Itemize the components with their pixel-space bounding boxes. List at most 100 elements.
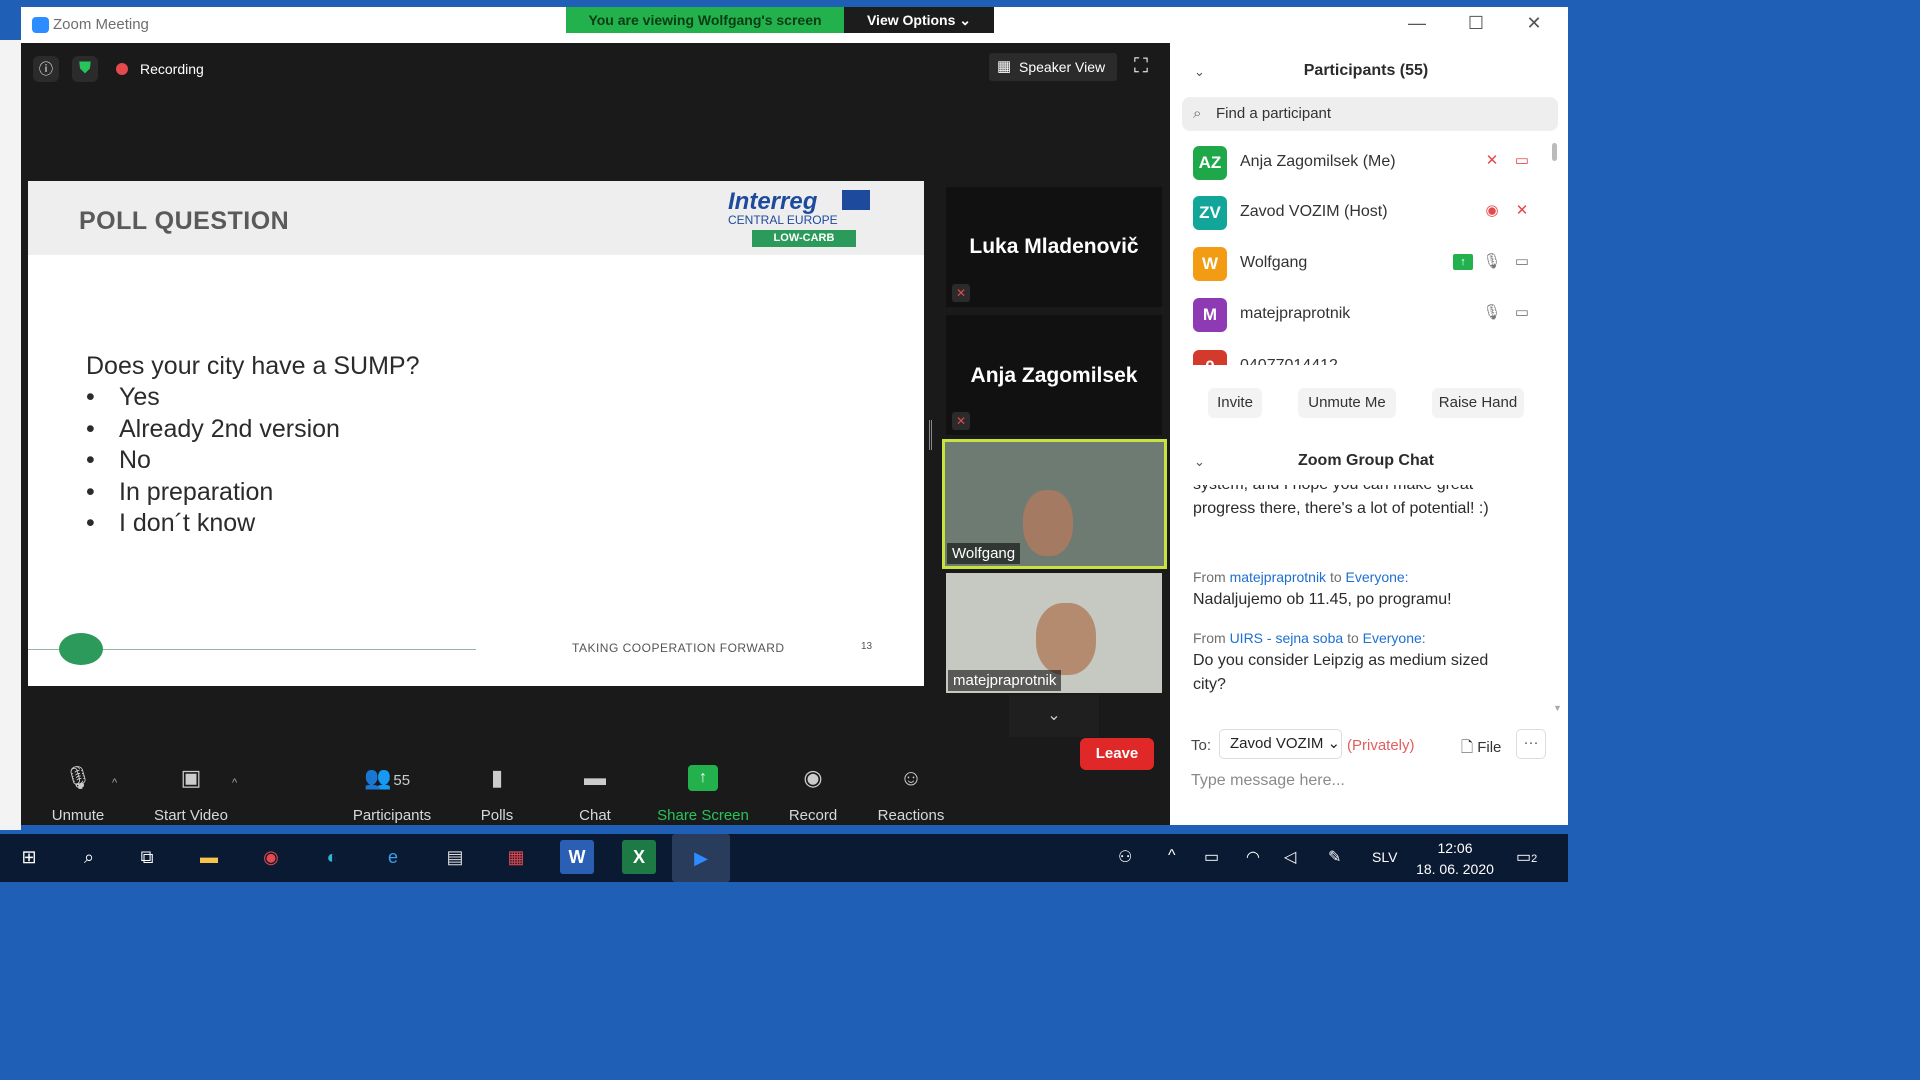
show-hidden-icons[interactable]: ^	[1168, 847, 1176, 865]
notification-count: 2	[1531, 853, 1538, 865]
participants-button[interactable]: 👥 55 Participants	[349, 755, 435, 825]
scroll-down-button[interactable]: ⌄	[1009, 695, 1099, 737]
chat-sender[interactable]: UIRS - sejna soba	[1230, 630, 1344, 646]
word-icon[interactable]: W	[560, 840, 594, 874]
share-screen-button[interactable]: ↑ Share Screen	[657, 755, 749, 825]
window-title: Zoom Meeting	[53, 16, 149, 33]
zoom-taskbar-icon[interactable]: ▶	[672, 834, 730, 882]
input-language[interactable]: SLV	[1372, 849, 1397, 865]
zoom-window: Zoom Meeting You are viewing Wolfgang's …	[21, 7, 1568, 825]
avatar: ZV	[1193, 196, 1227, 230]
fullscreen-icon[interactable]: ⛶	[1134, 55, 1148, 78]
polls-button[interactable]: ▮ Polls	[473, 755, 521, 825]
file-button[interactable]: 🗋 File	[1461, 737, 1501, 762]
info-icon[interactable]: ⓘ	[33, 56, 59, 82]
edge-icon[interactable]: ◐	[315, 840, 349, 874]
participant-video[interactable]: matejpraprotnik	[946, 573, 1162, 693]
view-options-label: View Options	[866, 12, 956, 28]
muted-mic-icon: 🎙	[64, 765, 92, 790]
pen-icon[interactable]: ✎	[1328, 847, 1341, 867]
recording-indicator[interactable]: Recording	[116, 56, 204, 82]
chevron-down-icon: ⌄	[1327, 735, 1341, 752]
close-icon[interactable]: ✕	[1519, 13, 1549, 34]
mic-icon: 🎙	[1482, 253, 1502, 270]
chat-message-text: Do you consider Leipzig as medium sized …	[1193, 652, 1489, 693]
smiley-plus-icon: ☺	[899, 765, 923, 790]
speaker-view-button[interactable]: ▦ Speaker View	[989, 53, 1117, 81]
bar-chart-icon: ▮	[490, 765, 504, 790]
participant-video-active-speaker[interactable]: Wolfgang	[942, 439, 1167, 569]
task-view-icon[interactable]: ⧉	[130, 840, 164, 874]
person-video	[1036, 603, 1096, 675]
participant-search-input[interactable]: ⌕ Find a participant	[1182, 97, 1558, 131]
participants-scrollbar[interactable]	[1552, 143, 1557, 161]
battery-icon[interactable]: ▭	[1204, 847, 1219, 867]
windows-start-icon[interactable]: ⊞	[12, 840, 46, 874]
avatar: M	[1193, 298, 1227, 332]
more-options-button[interactable]: ···	[1516, 729, 1546, 759]
video-options-caret[interactable]: ^	[232, 777, 237, 789]
video-off-icon: ▣	[180, 765, 202, 790]
unmute-me-button[interactable]: Unmute Me	[1298, 388, 1396, 418]
interreg-logo-text: Interreg	[728, 188, 818, 215]
people-icon[interactable]: ⚇	[1118, 847, 1132, 867]
search-icon[interactable]: ⌕	[72, 840, 106, 874]
invite-button[interactable]: Invite	[1208, 388, 1262, 418]
recipient-dropdown[interactable]: Zavod VOZIM ⌄	[1219, 729, 1342, 759]
to-label: To:	[1191, 737, 1212, 754]
file-explorer-icon[interactable]: ▬	[192, 840, 226, 874]
viewing-screen-banner: You are viewing Wolfgang's screen	[566, 7, 844, 33]
clock[interactable]: 12:06 18. 06. 2020	[1409, 838, 1501, 880]
wifi-icon[interactable]: ◠	[1246, 847, 1260, 867]
maximize-icon[interactable]: ☐	[1461, 13, 1491, 34]
minimize-icon[interactable]: —	[1402, 13, 1432, 34]
store-icon[interactable]: ▤	[438, 840, 472, 874]
poll-option: • Yes	[86, 383, 160, 411]
record-dot-icon	[116, 63, 128, 75]
chat-message-input[interactable]: Type message here...	[1191, 772, 1345, 790]
video-camera-icon: ▭	[1514, 253, 1530, 270]
clock-date: 18. 06. 2020	[1416, 861, 1494, 877]
audio-options-caret[interactable]: ^	[112, 777, 117, 789]
meeting-toolbar: 🎙 Unmute ^ ▣ Start Video ^ 👥 55 Participa…	[21, 755, 1170, 825]
mic-icon: 🎙	[1482, 304, 1502, 321]
leave-button[interactable]: Leave	[1080, 738, 1154, 770]
excel-icon[interactable]: X	[622, 840, 656, 874]
volume-icon[interactable]: ◁	[1284, 847, 1296, 867]
participant-name: matejpraprotnik	[1240, 305, 1351, 322]
shield-icon[interactable]: ⛊	[72, 56, 98, 82]
chat-recipient[interactable]: Everyone:	[1346, 569, 1409, 585]
tile-name: Anja Zagomilsek	[970, 364, 1138, 387]
splitter-handle[interactable]	[929, 420, 932, 450]
internet-explorer-icon[interactable]: e	[376, 840, 410, 874]
low-carb-badge: LOW-CARB	[752, 230, 856, 247]
raise-hand-button[interactable]: Raise Hand	[1432, 388, 1524, 418]
slide-title: POLL QUESTION	[79, 207, 290, 235]
reactions-button[interactable]: ☺ Reactions	[875, 755, 947, 825]
muted-mic-icon: ✕	[952, 412, 970, 430]
side-panel: ⌄ Participants (55) ⌕ Find a participant…	[1170, 43, 1568, 825]
participant-row[interactable]: AZ Anja Zagomilsek (Me) ✕ ▭	[1170, 139, 1562, 189]
record-button[interactable]: ◉ Record	[786, 755, 840, 825]
chat-recipient[interactable]: Everyone:	[1363, 630, 1426, 646]
notifications-icon[interactable]: ▭2	[1516, 847, 1537, 867]
background-app-edge	[0, 40, 21, 830]
slide-page-number: 13	[861, 641, 873, 652]
participant-row[interactable]: M matejpraprotnik 🎙 ▭	[1170, 291, 1562, 341]
chat-message-text: system, and I hope you can make great pr…	[1193, 485, 1489, 517]
chat-scrollbar[interactable]: ▼	[1553, 703, 1562, 713]
participant-tile[interactable]: Anja Zagomilsek ✕	[946, 315, 1162, 435]
start-video-button[interactable]: ▣ Start Video	[149, 755, 233, 825]
unmute-button[interactable]: 🎙 Unmute	[41, 755, 115, 825]
gift-app-icon[interactable]: ▦	[499, 840, 533, 874]
participant-name: Zavod VOZIM (Host)	[1240, 203, 1388, 220]
chat-sender[interactable]: matejpraprotnik	[1230, 569, 1327, 585]
participant-tile[interactable]: Luka Mladenovič ✕	[946, 187, 1162, 307]
chat-button[interactable]: ▬ Chat	[571, 755, 619, 825]
chrome-icon[interactable]: ◉	[254, 840, 288, 874]
view-options-button[interactable]: View Options ⌄	[844, 7, 994, 33]
chat-recipient-bar: To: Zavod VOZIM ⌄ (Privately) 🗋 File ···	[1191, 729, 1561, 763]
participant-row[interactable]: 0 04077014412	[1170, 343, 1562, 365]
participant-row[interactable]: ZV Zavod VOZIM (Host) ◉ ✕	[1170, 189, 1562, 239]
participant-row[interactable]: W Wolfgang ↑ 🎙 ▭	[1170, 240, 1562, 290]
